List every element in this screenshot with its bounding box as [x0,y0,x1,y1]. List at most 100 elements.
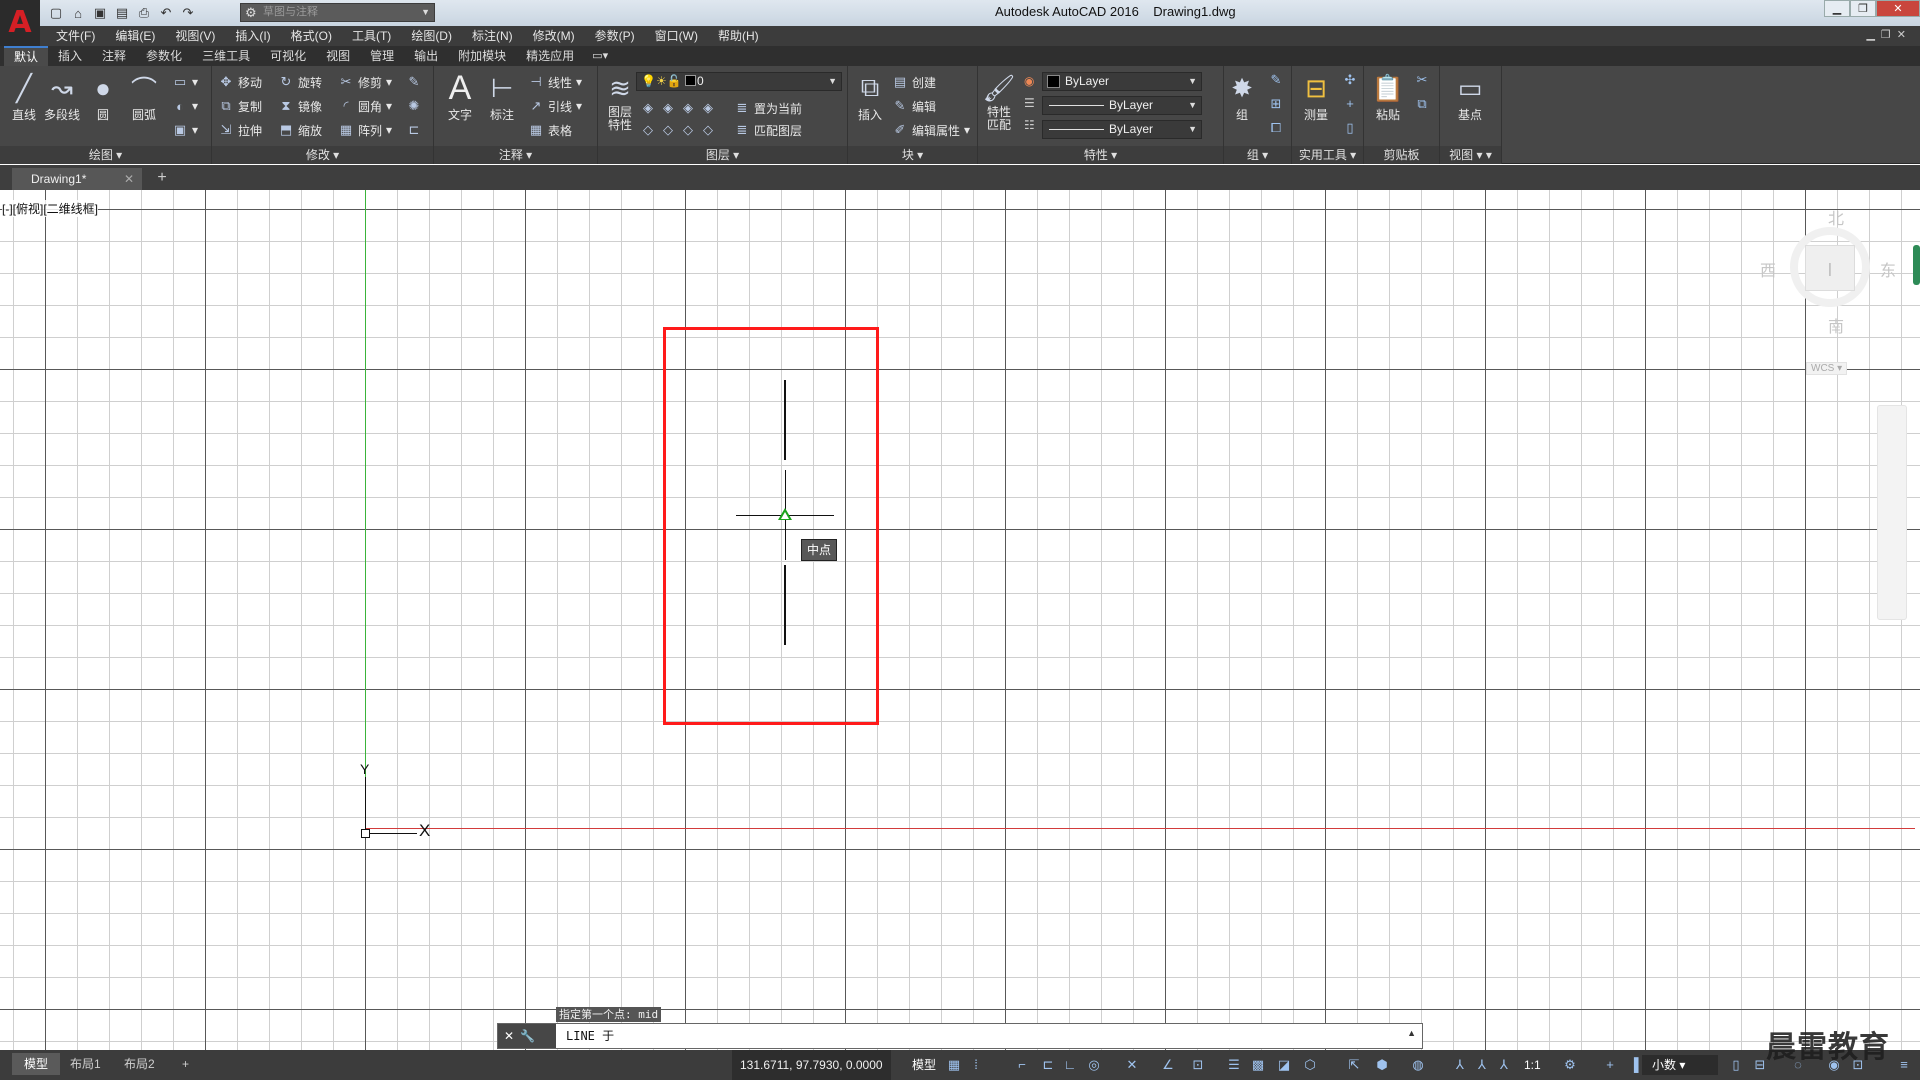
selection-cycling-icon[interactable]: ◪ [1276,1057,1292,1073]
app-menu-button[interactable]: A [0,0,40,46]
array-button[interactable]: ▦ 阵列 ▾ [338,120,392,140]
match-properties-button[interactable]: 🖌 特性 匹配 [978,70,1020,132]
quick-properties-icon[interactable]: ▯ [1728,1057,1744,1073]
set-current-button[interactable]: ≣ 置为当前 [734,98,802,118]
point-icon[interactable]: + [1342,96,1358,112]
arc-button[interactable]: ⌒ 圆弧 [122,70,166,123]
scale-button[interactable]: ⬒ 缩放 [278,120,322,140]
group-button[interactable]: ✸ 组 [1226,70,1258,123]
close-button[interactable]: ✕ [1876,0,1920,17]
tab-manage[interactable]: 管理 [360,46,404,66]
viewport-controls[interactable]: [-][俯视][二维线框] [2,200,99,217]
save-as-icon[interactable]: ▤ [112,3,132,23]
document-window-controls[interactable]: ▁❐✕ [1866,28,1912,41]
viewcube-east[interactable]: 东 [1880,257,1896,281]
tab-visualize[interactable]: 可视化 [260,46,316,66]
command-input[interactable]: LINE 于 [566,1027,614,1044]
panel-title-utilities[interactable]: 实用工具 ▾ [1292,146,1363,164]
tab-output[interactable]: 输出 [404,46,448,66]
annotation-monitor-icon[interactable]: + [1602,1057,1618,1073]
table-button[interactable]: ▦ 表格 [528,120,572,140]
new-file-icon[interactable]: ▢ [46,3,66,23]
layer-properties-button[interactable]: ≋ 图层 特性 [600,70,640,132]
cut-icon[interactable]: ✂ [1414,72,1430,88]
rotate-button[interactable]: ↻ 旋转 [278,72,322,92]
polar-tracking-icon[interactable]: ◎ [1086,1057,1102,1073]
viewcube-north[interactable]: 北 [1828,205,1844,229]
file-tab-drawing1[interactable]: Drawing1* ✕ [12,168,142,190]
text-button[interactable]: A 文字 [438,69,482,123]
panel-title-draw[interactable]: 绘图 ▾ [0,146,211,164]
panel-title-clipboard[interactable]: 剪贴板 [1364,146,1439,164]
annotation-visibility-icon[interactable]: ⅄ [1452,1057,1468,1073]
isodraft-icon[interactable]: ✕ [1124,1057,1140,1073]
ortho-icon[interactable]: ∟ [1062,1057,1078,1073]
viewcube-south[interactable]: 南 [1828,313,1844,337]
copy-clip-icon[interactable]: ⧉ [1414,96,1430,112]
model-space-toggle[interactable]: 模型 [912,1050,936,1080]
tab-addins[interactable]: 附加模块 [448,46,516,66]
fillet-button[interactable]: ◜ 圆角 ▾ [338,96,392,116]
explode-button[interactable]: ✺ [406,96,422,116]
restore-button[interactable]: ❐ [1850,0,1876,17]
tab-parametric[interactable]: 参数化 [136,46,192,66]
menu-tools[interactable]: 工具(T) [342,26,401,46]
menu-format[interactable]: 格式(O) [281,26,342,46]
calculator-icon[interactable]: ▯ [1342,120,1358,136]
close-icon[interactable]: ✕ [504,1029,514,1043]
polyline-button[interactable]: ↝ 多段线 [40,70,84,123]
tab-model[interactable]: 模型 [12,1053,61,1075]
object-snap-icon[interactable]: ⊡ [1190,1057,1206,1073]
linetype-select[interactable]: ByLayer ▼ [1042,96,1202,115]
copy-button[interactable]: ⧉ 复制 [218,96,262,116]
menu-view[interactable]: 视图(V) [165,26,225,46]
move-button[interactable]: ✥ 移动 [218,72,262,92]
menu-dimension[interactable]: 标注(N) [462,26,523,46]
leader-button[interactable]: ↗ 引线 ▾ [528,96,583,116]
selection-filter-icon[interactable]: ⬢ [1374,1057,1390,1073]
vertical-scrollbar[interactable] [1913,245,1920,285]
print-icon[interactable]: ⎙ [134,3,154,23]
layer-tools-row1[interactable]: ◈ ◈ ◈ ◈ [640,98,716,118]
ribbon-toggle-icon[interactable]: ▭▾ [584,46,616,66]
units-icon[interactable]: ▐ [1626,1057,1642,1073]
viewcube-top-face[interactable]: | [1805,245,1855,291]
lineweight-toggle-icon[interactable]: ☰ [1226,1057,1242,1073]
trim-button[interactable]: ✂ 修剪 ▾ [338,72,393,92]
offset-button[interactable]: ⊏ [406,120,422,140]
command-line[interactable]: ✕ 🔧 LINE 于 ▲ [497,1023,1423,1049]
snap-mode-icon[interactable]: ⁞ [968,1057,984,1073]
tab-insert[interactable]: 插入 [48,46,92,66]
gizmo-icon[interactable]: ◍ [1410,1057,1426,1073]
wrench-icon[interactable]: 🔧 [520,1029,535,1043]
rectangle-button[interactable]: ▭ ▾ [172,72,198,92]
tab-layout2[interactable]: 布局2 [112,1053,167,1075]
menu-parametric[interactable]: 参数(P) [585,26,645,46]
menu-help[interactable]: 帮助(H) [708,26,769,46]
redo-icon[interactable]: ↷ [178,3,198,23]
drawing-area[interactable]: [-][俯视][二维线框] Y X 中点 北 西 东 南 | WCS ▾ [0,190,1920,1050]
annotation-scale-icon[interactable]: ⅄ [1496,1057,1512,1073]
region-button[interactable]: ▣ ▾ [172,120,198,140]
color-select[interactable]: ByLayer ▼ [1042,72,1202,91]
edit-attributes-button[interactable]: ✐ 编辑属性 ▾ [892,120,971,140]
ungroup-icon[interactable]: ✎ [1268,72,1284,88]
chevron-up-icon[interactable]: ▲ [1407,1028,1416,1038]
close-tab-icon[interactable]: ✕ [124,168,134,190]
panel-title-properties[interactable]: 特性 ▾ [978,146,1223,164]
menu-insert[interactable]: 插入(I) [225,26,280,46]
workspace-select[interactable]: ⚙ 草图与注释 ▼ [240,3,435,22]
customization-icon[interactable]: ≡ [1896,1057,1912,1073]
tab-featured-apps[interactable]: 精选应用 [516,46,584,66]
annotation-scale-select[interactable]: 1:1 [1524,1050,1541,1080]
grid-icon[interactable]: ▦ [946,1057,962,1073]
panel-title-layers[interactable]: 图层 ▾ [598,146,847,164]
dynamic-input-icon[interactable]: ⊏ [1040,1057,1056,1073]
panel-title-groups[interactable]: 组 ▾ [1224,146,1291,164]
open-file-icon[interactable]: ⌂ [68,3,88,23]
layer-select[interactable]: 💡☀🔓 0 ▼ [636,72,842,91]
linear-dim-button[interactable]: ⊣ 线性 ▾ [528,72,582,92]
3d-osnap-icon[interactable]: ⬡ [1302,1057,1318,1073]
stretch-button[interactable]: ⇲ 拉伸 [218,120,262,140]
tab-layout1[interactable]: 布局1 [58,1053,113,1075]
